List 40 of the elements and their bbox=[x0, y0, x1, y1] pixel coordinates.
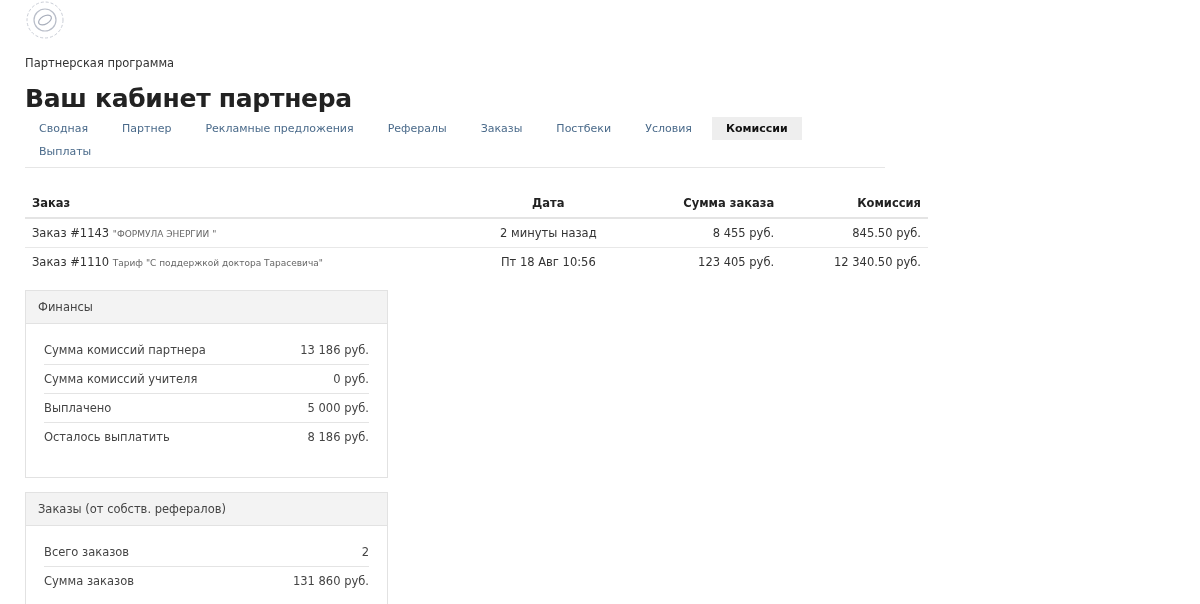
tab[interactable]: Условия bbox=[631, 117, 706, 140]
product-name: "ФОРМУЛА ЭНЕРГИИ " bbox=[112, 229, 217, 239]
stat-label: Сумма комиссий партнера bbox=[44, 343, 206, 357]
tab[interactable]: Рефералы bbox=[373, 117, 461, 140]
tab[interactable]: Заказы bbox=[466, 117, 537, 140]
breadcrumb[interactable]: Партнерская программа bbox=[25, 56, 928, 70]
tab[interactable]: Партнер bbox=[108, 117, 186, 140]
stat-value: 8 186 руб. bbox=[307, 430, 369, 444]
stat-label: Осталось выплатить bbox=[44, 430, 170, 444]
stat-value: 5 000 руб. bbox=[307, 401, 369, 415]
stat-value: 2 bbox=[361, 545, 369, 559]
logo-icon bbox=[25, 0, 65, 40]
order-amount: 8 455 руб. bbox=[712, 226, 775, 240]
column-header: Заказ bbox=[32, 196, 71, 210]
product-name: Тариф "С поддержкой доктора Тарасевича" bbox=[112, 258, 323, 268]
stat-label: Сумма заказов bbox=[44, 574, 134, 588]
order-amount: 123 405 руб. bbox=[698, 255, 775, 269]
stat-label: Сумма комиссий учителя bbox=[44, 372, 198, 386]
stat-value: 0 руб. bbox=[333, 372, 369, 386]
tab[interactable]: Рекламные предложения bbox=[191, 117, 368, 140]
order-date: 2 минуты назад bbox=[500, 226, 597, 240]
stat-value: 131 860 руб. bbox=[292, 574, 369, 588]
page-title: Ваш кабинет партнера bbox=[25, 84, 353, 113]
stat-label: Выплачено bbox=[44, 401, 112, 415]
commission-amount: 845.50 руб. bbox=[852, 226, 921, 240]
panel-header: Финансы bbox=[26, 291, 387, 324]
tab[interactable]: Выплаты bbox=[25, 140, 106, 163]
stat-value: 13 186 руб. bbox=[300, 343, 369, 357]
order-number[interactable]: Заказ #1110 bbox=[32, 255, 110, 269]
column-header: Комиссия bbox=[857, 196, 921, 210]
order-date: Пт 18 Авг 10:56 bbox=[500, 255, 596, 269]
commission-amount: 12 340.50 руб. bbox=[833, 255, 921, 269]
order-number[interactable]: Заказ #1143 bbox=[32, 226, 110, 240]
tab[interactable]: Сводная bbox=[25, 117, 103, 140]
panel-header: Заказы (от собств. рефералов) bbox=[26, 493, 387, 526]
tab[interactable]: Комиссии bbox=[711, 117, 802, 140]
column-header: Дата bbox=[532, 196, 565, 210]
stat-label: Всего заказов bbox=[44, 545, 130, 559]
column-header: Сумма заказа bbox=[683, 196, 775, 210]
tab[interactable]: Постбеки bbox=[542, 117, 626, 140]
